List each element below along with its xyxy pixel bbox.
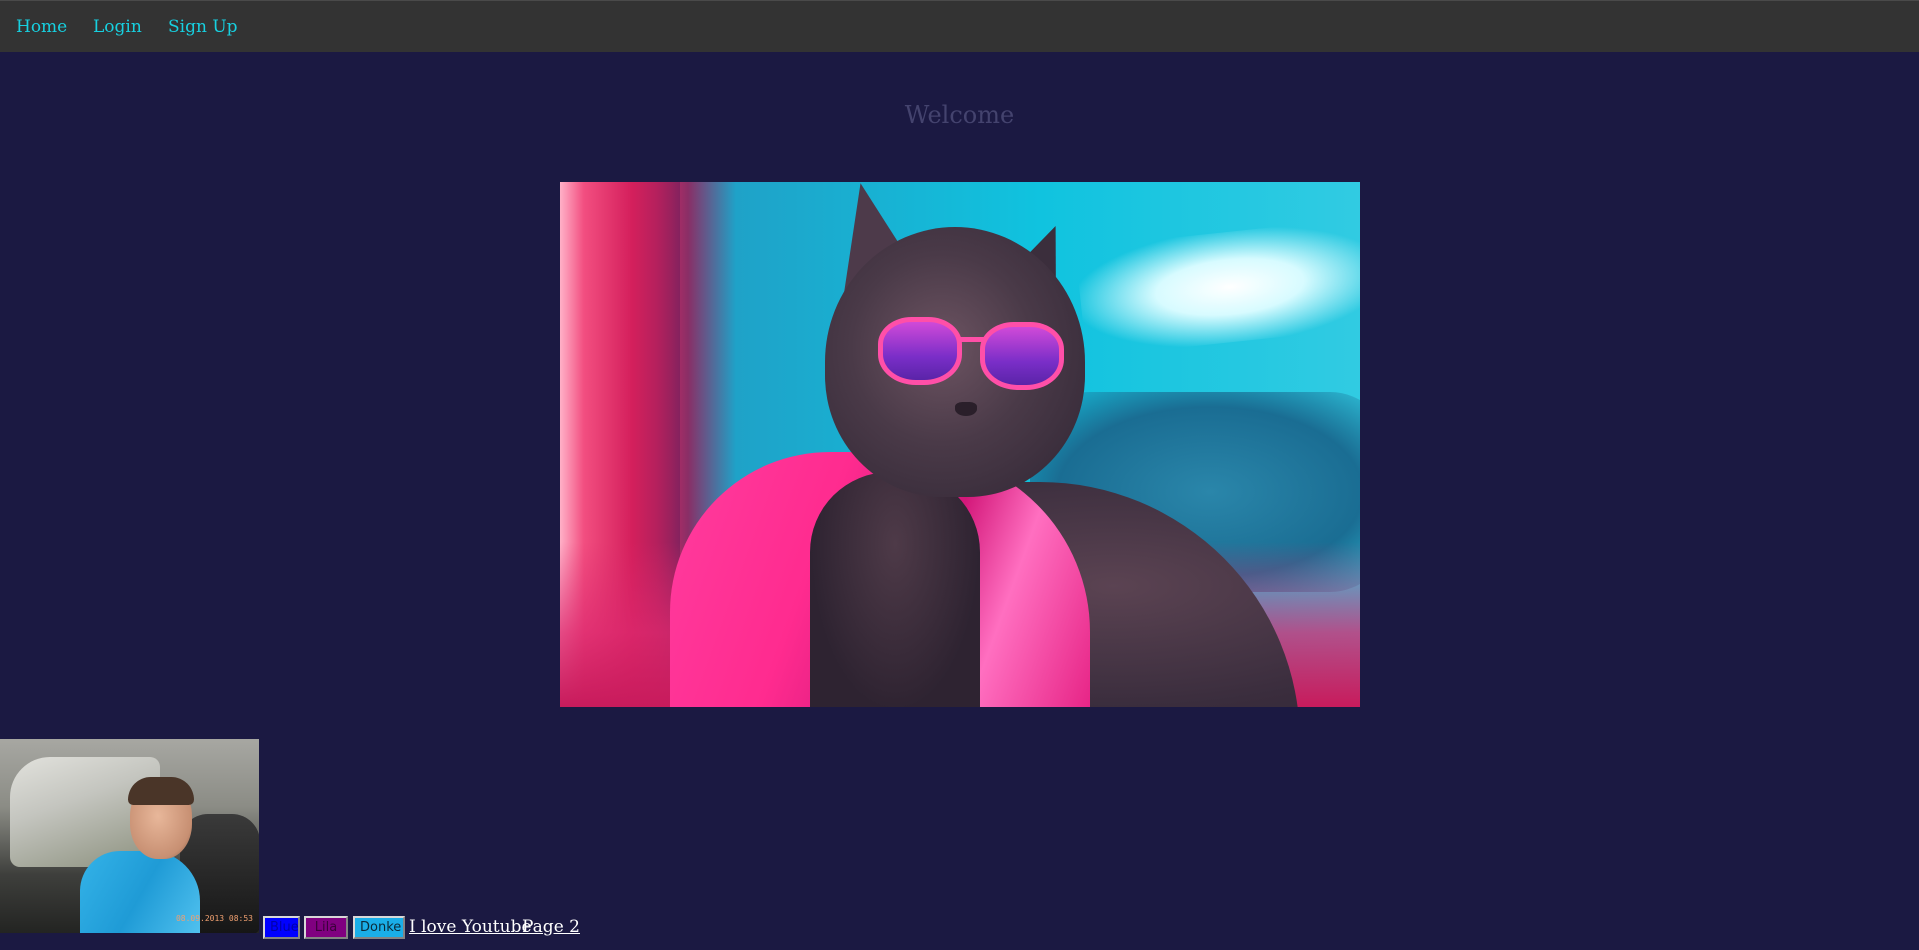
lila-button[interactable]: Lila	[304, 916, 348, 939]
hero-cat-chest	[810, 472, 980, 707]
blue-button[interactable]: Blue	[263, 916, 300, 939]
page-title: Welcome	[904, 101, 1015, 129]
profile-photo: 08.09.2013 08:53	[0, 739, 259, 933]
donke-button[interactable]: Donke	[353, 916, 405, 939]
nav-home-link[interactable]: Home	[16, 17, 67, 37]
page2-link[interactable]: Page 2	[522, 917, 580, 937]
hero-image-cat-sunglasses	[560, 182, 1360, 707]
nav-login-link[interactable]: Login	[93, 17, 142, 37]
youtube-link[interactable]: I love Youtube	[409, 917, 532, 937]
hero-cat-nose	[955, 402, 977, 416]
photo-timestamp: 08.09.2013 08:53	[175, 914, 253, 923]
hero-sunglasses-left-lens	[878, 317, 962, 385]
nav-signup-link[interactable]: Sign Up	[168, 17, 238, 37]
hero-sunglasses-bridge	[960, 337, 984, 342]
hero-sunglasses-right-lens	[980, 322, 1064, 390]
photo-person-hair	[128, 777, 194, 805]
top-navbar: Home Login Sign Up	[0, 0, 1919, 52]
hero-window-glow	[1075, 216, 1360, 358]
